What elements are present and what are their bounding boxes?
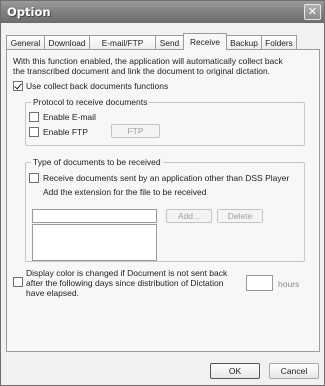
extension-hint: Add the extension for the file to be rec… — [43, 187, 207, 197]
ok-button[interactable]: OK — [210, 363, 260, 379]
ftp-settings-button[interactable]: FTP — [111, 124, 160, 138]
close-icon: ✕ — [307, 5, 318, 18]
dialog-title: Option — [7, 5, 51, 19]
protocol-group: Protocol to receive documents Enable E-m… — [25, 97, 305, 146]
document-types-legend: Type of documents to be received — [31, 157, 163, 168]
days-input[interactable] — [246, 275, 273, 291]
close-button[interactable]: ✕ — [304, 4, 321, 20]
use-collect-back-label[interactable]: Use collect back documents functions — [26, 81, 168, 91]
extension-input[interactable] — [32, 209, 157, 223]
tab-send[interactable]: Send — [155, 35, 184, 49]
other-application-label[interactable]: Receive documents sent by an application… — [43, 173, 289, 183]
hours-unit-label: hours — [278, 279, 300, 289]
cancel-button[interactable]: Cancel — [269, 363, 319, 379]
display-color-line-1: Display color is changed if Document is … — [26, 268, 228, 278]
extension-list[interactable] — [32, 224, 157, 261]
title-bar[interactable]: Option ✕ — [1, 1, 324, 23]
protocol-legend: Protocol to receive documents — [31, 97, 150, 108]
option-dialog: Option ✕ General Download E-mail/FTP Sen… — [0, 0, 325, 386]
enable-ftp-checkbox[interactable] — [29, 127, 39, 137]
add-extension-button[interactable]: Add... — [166, 209, 212, 223]
display-color-checkbox[interactable] — [13, 277, 23, 287]
tab-receive[interactable]: Receive — [183, 33, 227, 50]
tab-email-ftp[interactable]: E-mail/FTP — [89, 35, 156, 49]
delete-extension-button[interactable]: Delete — [217, 209, 263, 223]
document-types-group: Type of documents to be received Receive… — [25, 157, 305, 262]
display-color-line-3: have elapsed. — [26, 288, 79, 298]
use-collect-back-checkbox[interactable] — [13, 81, 23, 91]
enable-ftp-label[interactable]: Enable FTP — [43, 127, 88, 137]
other-application-checkbox[interactable] — [29, 173, 39, 183]
description-line-2: the transcribed document and link the do… — [13, 66, 271, 76]
tab-folders[interactable]: Folders — [261, 35, 297, 49]
tab-download[interactable]: Download — [44, 35, 90, 49]
enable-email-checkbox[interactable] — [29, 112, 39, 122]
enable-email-label[interactable]: Enable E-mail — [43, 112, 96, 122]
tab-backup[interactable]: Backup — [226, 35, 262, 49]
tab-general[interactable]: General — [6, 35, 45, 49]
description-line-1: With this function enabled, the applicat… — [13, 56, 283, 66]
display-color-line-2: after the following days since distribut… — [26, 278, 224, 288]
receive-panel: With this function enabled, the applicat… — [6, 49, 320, 352]
